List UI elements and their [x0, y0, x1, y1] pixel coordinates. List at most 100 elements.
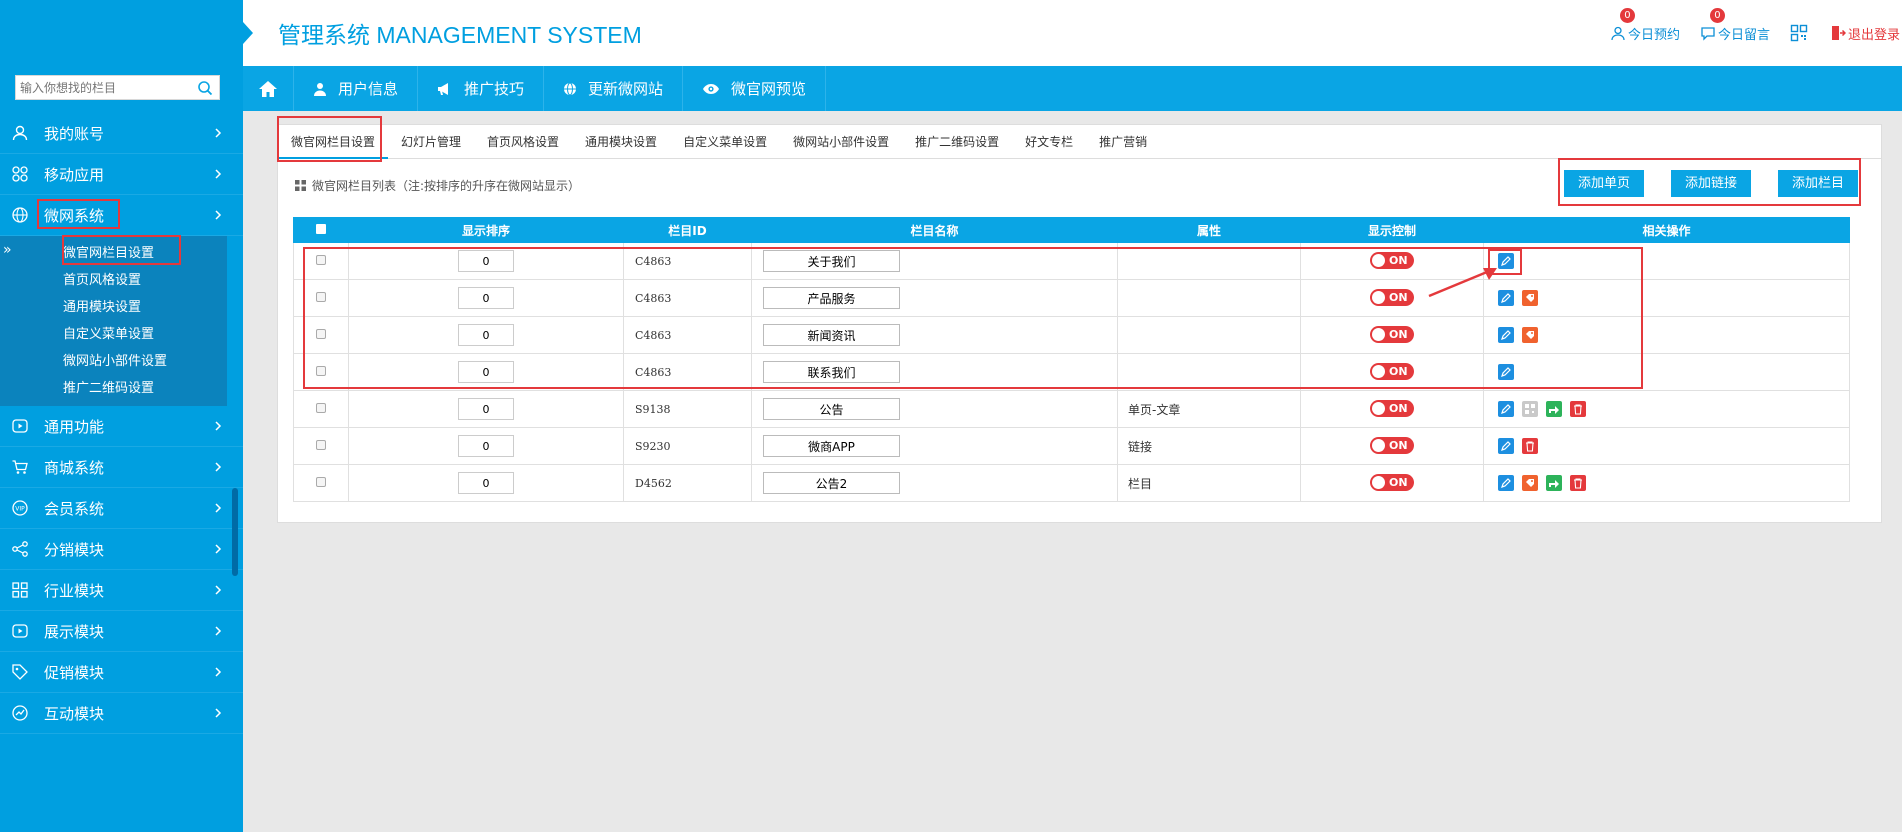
submenu-item-custom-menu[interactable]: 自定义菜单设置 — [0, 321, 227, 348]
add-page-button[interactable]: 添加单页 — [1563, 170, 1644, 197]
sidebar-item-promotion[interactable]: 促销模块 — [0, 652, 243, 693]
tag-icon[interactable] — [1522, 475, 1538, 491]
vip-icon: VIP — [10, 498, 30, 518]
row-checkbox[interactable] — [316, 291, 326, 302]
edit-icon[interactable] — [1498, 401, 1514, 417]
sort-input[interactable] — [458, 287, 514, 309]
message-icon — [1701, 27, 1715, 41]
tab-column-settings[interactable]: 微官网栏目设置 — [278, 125, 389, 159]
row-checkbox[interactable] — [316, 254, 326, 265]
nav-update-site[interactable]: 更新微网站 — [544, 66, 684, 111]
column-name-input[interactable] — [763, 287, 900, 309]
sidebar-item-industry[interactable]: 行业模块 — [0, 570, 243, 611]
tab-marketing[interactable]: 推广营销 — [1086, 125, 1160, 159]
globe-icon — [10, 205, 30, 225]
ops-cell — [1483, 390, 1850, 428]
list-title: 微官网栏目列表（注:按排序的升序在微网站显示） — [312, 179, 581, 193]
qrcode-icon[interactable] — [1522, 401, 1538, 417]
today-appointments-link[interactable]: 0 今日预约 — [1610, 7, 1680, 43]
tab-articles[interactable]: 好文专栏 — [1012, 125, 1086, 159]
submenu-item-column-settings[interactable]: 微官网栏目设置 — [0, 240, 227, 267]
edit-icon[interactable] — [1498, 475, 1514, 491]
sort-input[interactable] — [458, 472, 514, 494]
delete-icon[interactable] — [1570, 401, 1586, 417]
tab-homepage-style[interactable]: 首页风格设置 — [474, 125, 572, 159]
display-toggle[interactable]: ON — [1370, 252, 1414, 269]
today-appointments-label: 今日预约 — [1627, 27, 1680, 43]
row-checkbox[interactable] — [316, 402, 326, 413]
sidebar-search-input[interactable] — [16, 76, 186, 99]
share-icon[interactable] — [1546, 475, 1562, 491]
sidebar-item-display[interactable]: 展示模块 — [0, 611, 243, 652]
tab-custom-menu[interactable]: 自定义菜单设置 — [670, 125, 780, 159]
display-toggle[interactable]: ON — [1370, 400, 1414, 417]
sidebar-item-distribution[interactable]: 分销模块 — [0, 529, 243, 570]
row-checkbox[interactable] — [316, 439, 326, 450]
display-toggle[interactable]: ON — [1370, 437, 1414, 454]
tab-slides[interactable]: 幻灯片管理 — [388, 125, 474, 159]
add-link-button[interactable]: 添加链接 — [1670, 170, 1751, 197]
display-toggle[interactable]: ON — [1370, 289, 1414, 306]
row-checkbox[interactable] — [316, 328, 326, 339]
sort-input[interactable] — [458, 324, 514, 346]
submenu-item-homepage-style[interactable]: 首页风格设置 — [0, 267, 227, 294]
column-name-input[interactable] — [763, 435, 900, 457]
add-column-button[interactable]: 添加栏目 — [1777, 170, 1858, 197]
nav-user-info[interactable]: 用户信息 — [294, 66, 419, 111]
edit-icon[interactable] — [1498, 438, 1514, 454]
display-toggle[interactable]: ON — [1370, 474, 1414, 491]
sort-input[interactable] — [458, 250, 514, 272]
column-name-input[interactable] — [763, 361, 900, 383]
sidebar-item-micro-site[interactable]: 微网系统 — [0, 195, 243, 236]
select-all-header[interactable] — [293, 217, 349, 243]
sidebar-item-members[interactable]: VIP 会员系统 — [0, 488, 243, 529]
tab-qrcode[interactable]: 推广二维码设置 — [902, 125, 1012, 159]
row-check-cell — [293, 353, 349, 391]
sidebar-item-common-functions[interactable]: 通用功能 — [0, 406, 243, 447]
submenu-item-qrcode[interactable]: 推广二维码设置 — [0, 375, 227, 402]
sidebar-item-mobile-apps[interactable]: 移动应用 — [0, 154, 243, 195]
tab-common-modules[interactable]: 通用模块设置 — [572, 125, 670, 159]
column-name-input[interactable] — [763, 250, 900, 272]
name-cell — [751, 353, 1118, 391]
sidebar-scrollbar[interactable] — [232, 488, 238, 576]
edit-icon[interactable] — [1498, 327, 1514, 343]
user-icon — [314, 82, 326, 96]
delete-icon[interactable] — [1570, 475, 1586, 491]
tag-icon[interactable] — [1522, 327, 1538, 343]
display-toggle[interactable]: ON — [1370, 363, 1414, 380]
submenu-item-widgets[interactable]: 微网站小部件设置 — [0, 348, 227, 375]
sidebar-item-label: 我的账号 — [44, 124, 105, 143]
qrcode-link[interactable] — [1790, 24, 1810, 42]
logout-link[interactable]: 退出登录 — [1830, 24, 1900, 43]
column-table: 显示排序 栏目ID 栏目名称 属性 显示控制 相关操作 C4863 ON C48… — [293, 217, 1850, 502]
tag-icon[interactable] — [1522, 290, 1538, 306]
column-name-input[interactable] — [763, 324, 900, 346]
column-name-input[interactable] — [763, 398, 900, 420]
sort-input[interactable] — [458, 435, 514, 457]
tab-widgets[interactable]: 微网站小部件设置 — [780, 125, 902, 159]
edit-icon[interactable] — [1498, 364, 1514, 380]
sidebar-search[interactable] — [15, 75, 220, 100]
play-icon — [10, 416, 30, 436]
sidebar-item-interaction[interactable]: 互动模块 — [0, 693, 243, 734]
sort-input[interactable] — [458, 398, 514, 420]
sidebar-item-account[interactable]: 我的账号 — [0, 113, 243, 154]
home-button[interactable] — [243, 66, 294, 111]
search-icon[interactable] — [197, 80, 213, 96]
delete-icon[interactable] — [1522, 438, 1538, 454]
nav-preview-site[interactable]: 微官网预览 — [683, 66, 827, 111]
nav-promotion-tips[interactable]: 推广技巧 — [418, 66, 545, 111]
share-icon[interactable] — [1546, 401, 1562, 417]
submenu-item-common-modules[interactable]: 通用模块设置 — [0, 294, 227, 321]
chevron-right-icon — [215, 544, 222, 554]
column-name-input[interactable] — [763, 472, 900, 494]
row-checkbox[interactable] — [316, 476, 326, 487]
sidebar-item-mall[interactable]: 商城系统 — [0, 447, 243, 488]
sort-input[interactable] — [458, 361, 514, 383]
display-toggle[interactable]: ON — [1370, 326, 1414, 343]
select-all-checkbox[interactable] — [316, 224, 326, 234]
today-messages-link[interactable]: 0 今日留言 — [1700, 7, 1770, 43]
row-checkbox[interactable] — [316, 365, 326, 376]
appointments-badge: 0 — [1619, 7, 1635, 23]
